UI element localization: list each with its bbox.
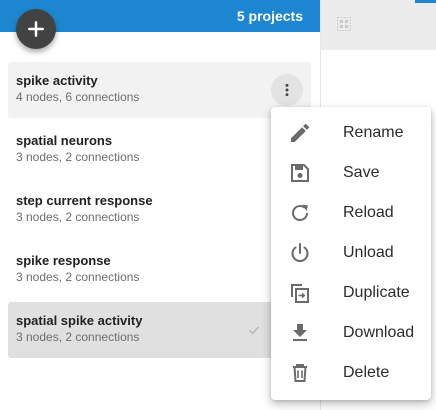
project-item-spatial-spike-activity[interactable]: spatial spike activity 3 nodes, 2 connec… — [8, 302, 311, 358]
menu-label: Delete — [343, 364, 390, 381]
add-project-button[interactable] — [16, 9, 56, 49]
save-icon — [291, 164, 309, 182]
menu-item-download[interactable]: Download — [271, 313, 431, 353]
project-name: spatial neurons — [16, 133, 113, 148]
app-root: 5 projects spike activity 4 nodes, 6 con… — [0, 0, 436, 410]
more-vert-icon — [285, 83, 289, 97]
menu-label: Reload — [343, 204, 394, 221]
project-meta: 3 nodes, 2 connections — [16, 210, 140, 224]
project-count: 5 projects — [236, 8, 303, 24]
plus-icon — [28, 21, 44, 37]
project-item-spike-activity[interactable]: spike activity 4 nodes, 6 connections — [8, 62, 311, 118]
project-name: spatial spike activity — [16, 313, 143, 328]
grid-icon[interactable] — [337, 17, 351, 31]
project-name: spike response — [16, 253, 111, 268]
pencil-icon — [291, 123, 310, 142]
project-meta: 4 nodes, 6 connections — [16, 90, 140, 104]
project-context-menu: Rename Save Reload Unload Duplicate Down… — [271, 107, 431, 400]
download-icon — [293, 324, 307, 341]
menu-item-rename[interactable]: Rename — [271, 113, 431, 153]
project-name: spike activity — [16, 73, 98, 88]
menu-label: Save — [343, 164, 380, 181]
menu-label: Unload — [343, 244, 394, 261]
project-meta: 3 nodes, 2 connections — [16, 270, 140, 284]
check-icon — [248, 326, 260, 335]
project-item-spatial-neurons[interactable]: spatial neurons 3 nodes, 2 connections — [8, 122, 311, 178]
power-icon — [291, 243, 309, 262]
menu-label: Duplicate — [343, 284, 410, 301]
reload-icon — [292, 204, 308, 221]
project-meta: 3 nodes, 2 connections — [16, 150, 140, 164]
project-item-spike-response[interactable]: spike response 3 nodes, 2 connections — [8, 242, 311, 298]
duplicate-icon — [291, 284, 309, 303]
menu-item-unload[interactable]: Unload — [271, 233, 431, 273]
project-meta: 3 nodes, 2 connections — [16, 330, 140, 344]
menu-label: Download — [343, 324, 415, 341]
menu-item-delete[interactable]: Delete — [271, 353, 431, 393]
menu-item-duplicate[interactable]: Duplicate — [271, 273, 431, 313]
menu-item-save[interactable]: Save — [271, 153, 431, 193]
project-item-step-current-response[interactable]: step current response 3 nodes, 2 connect… — [8, 182, 311, 238]
accent-strip — [415, 0, 436, 3]
trash-icon — [293, 364, 307, 382]
menu-item-reload[interactable]: Reload — [271, 193, 431, 233]
menu-label: Rename — [343, 124, 404, 141]
more-options-button[interactable] — [271, 74, 303, 106]
project-name: step current response — [16, 193, 153, 208]
